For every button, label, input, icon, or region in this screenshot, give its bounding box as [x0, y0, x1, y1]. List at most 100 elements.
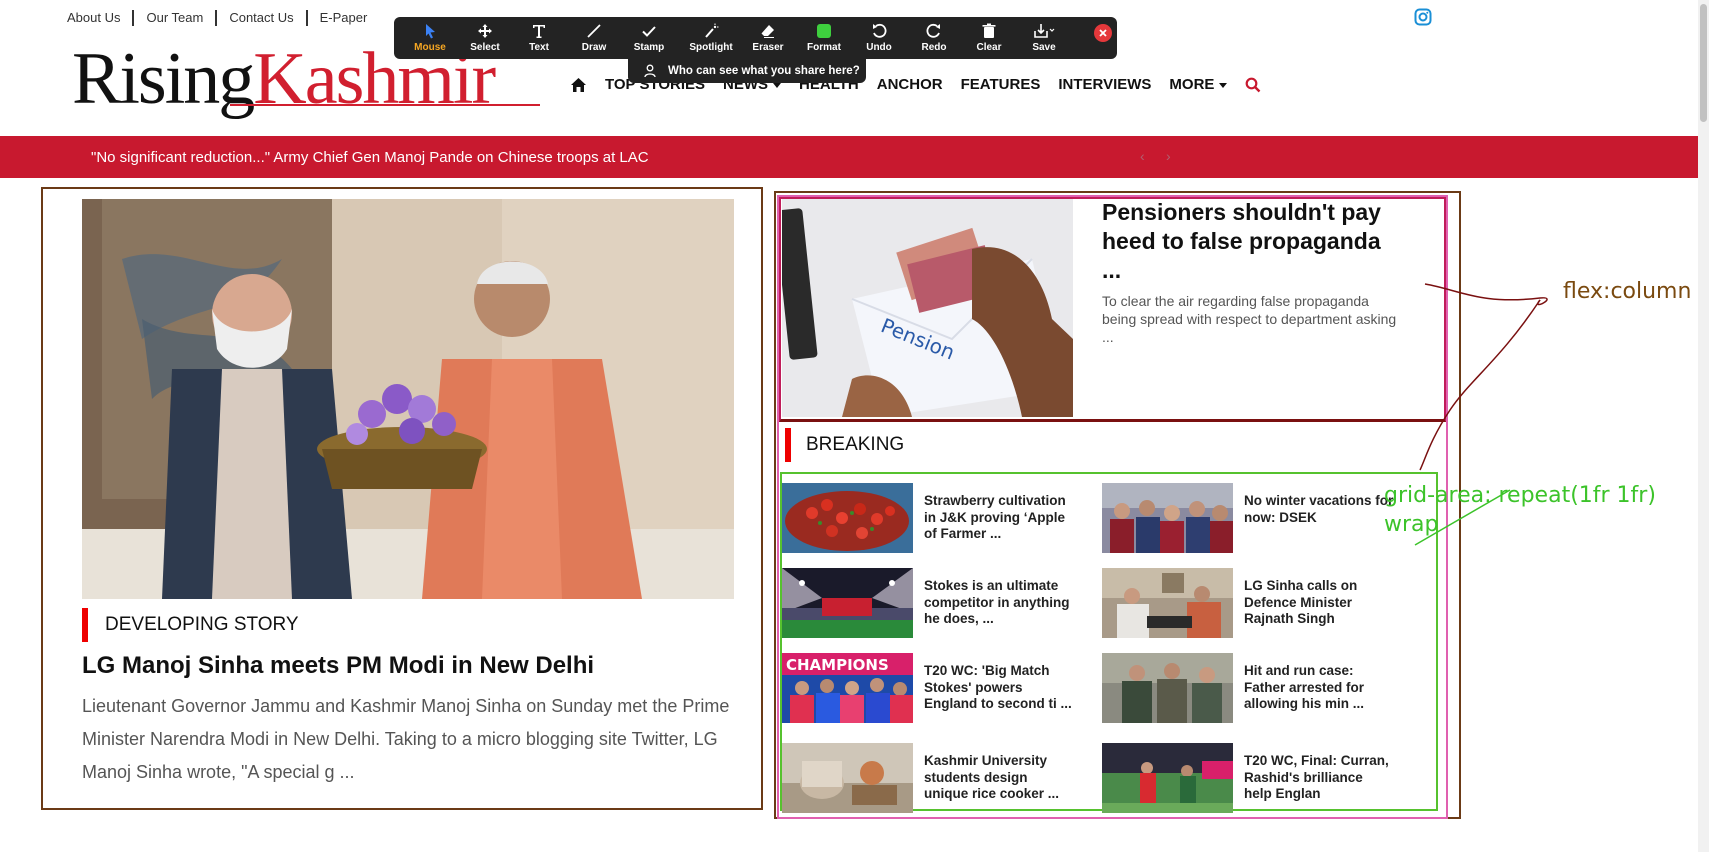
breaking-item-title: LG Sinha calls on Defence Minister Rajna…: [1244, 578, 1358, 626]
text-icon: [533, 25, 545, 38]
feature-story-image[interactable]: [82, 199, 734, 599]
chevron-down-icon: [773, 82, 782, 88]
toolbar-eraser-button[interactable]: Eraser: [738, 20, 798, 56]
toolbar-label: Clear: [976, 42, 1002, 53]
trash-icon: [982, 23, 996, 38]
toolbar-mouse-button[interactable]: Mouse: [400, 20, 460, 56]
nav-anchor[interactable]: ANCHOR: [877, 76, 943, 93]
feature-story-title[interactable]: LG Manoj Sinha meets PM Modi in New Delh…: [82, 652, 594, 680]
pension-story-image[interactable]: Pension: [782, 199, 1073, 417]
contact-us-link[interactable]: Contact Us: [215, 10, 305, 26]
top-links: About Us Our Team Contact Us E-Paper: [67, 10, 379, 26]
user-icon: [644, 64, 656, 78]
nav-more[interactable]: MORE: [1169, 76, 1228, 93]
developing-story-label: DEVELOPING STORY: [105, 614, 299, 635]
spotlight-icon: [705, 23, 719, 38]
tag-accent-bar: [785, 428, 791, 462]
breaking-item-thumbnail: [1102, 653, 1233, 723]
breaking-item-thumbnail: [1102, 743, 1233, 813]
breaking-item[interactable]: Stokes is an ultimate competitor in anyt…: [782, 568, 1082, 640]
toolbar-format-button[interactable]: Format: [794, 20, 854, 56]
grid-annotation-line-1: grid-area: repeat(1fr 1fr): [1384, 483, 1656, 508]
breaking-item-thumbnail: [782, 483, 913, 553]
undo-icon: [873, 23, 887, 38]
toolbar-select-button[interactable]: Select: [455, 20, 515, 56]
toolbar-label: Format: [807, 42, 841, 53]
toolbar-spotlight-button[interactable]: Spotlight: [681, 20, 741, 56]
close-icon: [1099, 29, 1107, 37]
our-team-link[interactable]: Our Team: [132, 10, 215, 26]
toolbar-label: Select: [470, 42, 500, 53]
instagram-icon[interactable]: [1414, 8, 1432, 26]
home-icon[interactable]: [570, 77, 587, 93]
breaking-item[interactable]: LG Sinha calls on Defence Minister Rajna…: [1102, 568, 1402, 640]
toolbar-clear-button[interactable]: Clear: [959, 20, 1019, 56]
redo-icon: [926, 23, 940, 38]
toolbar-text-button[interactable]: Text: [509, 20, 569, 56]
chevron-right-icon[interactable]: ›: [1166, 148, 1171, 164]
toolbar-label: Redo: [921, 42, 947, 53]
breaking-item-title: T20 WC, Final: Curran, Rashid's brillian…: [1244, 753, 1389, 801]
about-us-link[interactable]: About Us: [67, 10, 132, 26]
developing-story-tag: DEVELOPING STORY: [82, 608, 299, 642]
breaking-item[interactable]: No winter vacations for now: DSEK: [1102, 483, 1402, 555]
annotation-toolbar: Mouse Select Text Draw Stamp Spotlight E…: [394, 17, 1117, 59]
page-scrollbar[interactable]: [1698, 0, 1709, 852]
toolbar-redo-button[interactable]: Redo: [904, 20, 964, 56]
breaking-item[interactable]: T20 WC, Final: Curran, Rashid's brillian…: [1102, 743, 1402, 815]
toolbar-close-button[interactable]: [1094, 24, 1112, 42]
breaking-item-thumbnail: [1102, 568, 1233, 638]
chevron-left-icon[interactable]: ‹: [1140, 148, 1145, 164]
toolbar-label: Draw: [581, 42, 607, 53]
pension-story-title[interactable]: Pensioners shouldn't pay heed to false p…: [1102, 198, 1402, 285]
breaking-item[interactable]: Kashmir University students design uniqu…: [782, 743, 1082, 815]
breaking-item[interactable]: Hit and run case: Father arrested for al…: [1102, 653, 1402, 725]
toolbar-save-button[interactable]: Save: [1014, 20, 1074, 56]
grid-annotation-line-2: wrap: [1384, 512, 1439, 537]
chevron-down-icon: [1219, 82, 1228, 88]
share-banner-text: Who can see what you share here?: [668, 65, 860, 77]
breaking-item-title: Hit and run case: Father arrested for al…: [1244, 663, 1365, 711]
toolbar-label: Text: [529, 42, 549, 53]
share-visibility-banner[interactable]: Who can see what you share here?: [628, 59, 866, 83]
move-icon: [478, 24, 492, 38]
toolbar-label: Undo: [866, 42, 892, 53]
champions-thumb-text: CHAMPIONS: [786, 656, 889, 674]
nav-more-label: MORE: [1169, 76, 1215, 93]
toolbar-draw-button[interactable]: Draw: [564, 20, 624, 56]
toolbar-label: Mouse: [414, 42, 446, 53]
ticker-headline[interactable]: "No significant reduction..." Army Chief…: [91, 149, 649, 166]
breaking-item-title: T20 WC: 'Big Match Stokes' powers Englan…: [924, 663, 1072, 711]
breaking-label: BREAKING: [806, 434, 905, 455]
news-ticker: "No significant reduction..." Army Chief…: [0, 136, 1698, 178]
draw-icon: [587, 24, 601, 38]
eraser-icon: [761, 25, 774, 38]
breaking-item[interactable]: Strawberry cultivation in J&K proving ‘A…: [782, 483, 1082, 555]
cursor-icon: [426, 24, 435, 39]
breaking-item-title: Stokes is an ultimate competitor in anyt…: [924, 578, 1070, 626]
toolbar-undo-button[interactable]: Undo: [849, 20, 909, 56]
breaking-item[interactable]: CHAMPIONS T20 WC: 'Big Match Stokes' pow…: [782, 653, 1082, 725]
breaking-tag: BREAKING: [785, 428, 904, 462]
grid-area-annotation: grid-area: repeat(1fr 1fr) wrap: [1384, 481, 1704, 539]
logo-rising: Rising: [72, 38, 255, 120]
color-swatch-icon: [817, 24, 831, 38]
flex-column-annotation: flex:column: [1563, 279, 1692, 304]
toolbar-label: Stamp: [633, 42, 665, 53]
nav-features[interactable]: FEATURES: [961, 76, 1041, 93]
save-icon: [1034, 24, 1055, 38]
nav-interviews[interactable]: INTERVIEWS: [1058, 76, 1151, 93]
breaking-item-thumbnail: [782, 743, 913, 813]
checkmark-icon: [642, 26, 656, 37]
breaking-item-title: No winter vacations for now: DSEK: [1244, 493, 1394, 525]
e-paper-link[interactable]: E-Paper: [305, 10, 380, 26]
toolbar-label: Save: [1032, 42, 1056, 53]
toolbar-stamp-button[interactable]: Stamp: [619, 20, 679, 56]
scrollbar-thumb[interactable]: [1700, 4, 1707, 122]
tag-accent-bar: [82, 608, 88, 642]
search-icon[interactable]: [1245, 77, 1261, 93]
logo-underline: [230, 104, 540, 106]
breaking-item-title: Strawberry cultivation in J&K proving ‘A…: [924, 493, 1066, 541]
pension-story-description: To clear the air regarding false propaga…: [1102, 293, 1397, 345]
toolbar-label: Spotlight: [689, 42, 733, 53]
